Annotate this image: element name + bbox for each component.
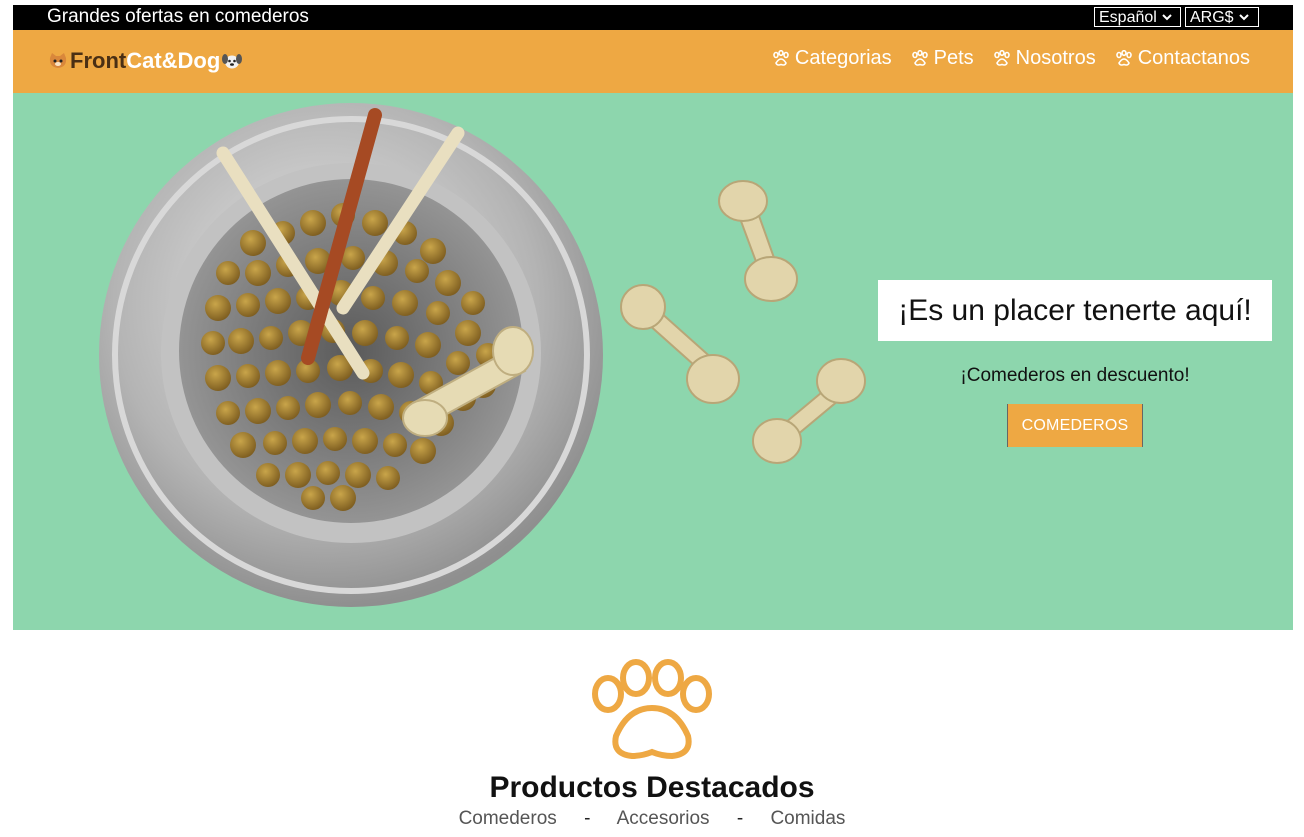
nav-item-nosotros[interactable]: Nosotros <box>993 47 1096 70</box>
dog-face-icon <box>222 54 243 69</box>
site-logo[interactable]: Front Cat&Dog <box>46 46 244 76</box>
logo-brand: Cat&Dog <box>126 48 221 73</box>
comederos-button[interactable]: COMEDEROS <box>1007 404 1143 447</box>
cat-face-icon <box>49 53 67 68</box>
nav-menu: Categorias Pets Nosotros Contactanos <box>772 47 1250 70</box>
nav-item-label: Nosotros <box>1015 47 1096 69</box>
paw-icon <box>773 50 789 66</box>
paw-icon <box>911 50 928 66</box>
currency-value: ARG$ <box>1190 8 1234 26</box>
category-link-comidas[interactable]: Comidas <box>770 808 845 829</box>
promo-text: Grandes ofertas en comederos <box>47 6 309 27</box>
featured-categories: Comederos - Accesorios - Comidas <box>0 808 1304 830</box>
main-nav: Front Cat&Dog Categorias Pets Nosotros C… <box>13 30 1293 93</box>
separator: - <box>736 808 744 829</box>
paw-icon <box>1115 50 1132 66</box>
category-link-comederos[interactable]: Comederos <box>459 808 557 829</box>
paw-icon <box>993 50 1010 66</box>
hero-title: ¡Es un placer tenerte aquí! <box>878 280 1272 341</box>
hero-image <box>99 103 866 607</box>
nav-item-categorias[interactable]: Categorias <box>772 47 892 70</box>
nav-item-contactanos[interactable]: Contactanos <box>1115 47 1250 70</box>
language-select[interactable]: Español <box>1094 7 1181 27</box>
category-link-accesorios[interactable]: Accesorios <box>617 808 710 829</box>
chevron-down-icon <box>1162 14 1172 21</box>
nav-item-label: Categorias <box>794 47 892 69</box>
currency-select[interactable]: ARG$ <box>1185 7 1259 27</box>
hero-subtitle: ¡Comederos en descuento! <box>960 365 1190 386</box>
language-value: Español <box>1099 8 1157 26</box>
separator: - <box>584 808 591 829</box>
nav-item-label: Contactanos <box>1137 47 1250 69</box>
chevron-down-icon <box>1238 14 1249 21</box>
nav-item-pets[interactable]: Pets <box>911 47 974 70</box>
top-bar: Grandes ofertas en comederos Español ARG… <box>13 5 1293 30</box>
featured-title: Productos Destacados <box>489 771 815 804</box>
paw-icon <box>592 659 712 760</box>
logo-front: Front <box>70 48 127 73</box>
nav-item-label: Pets <box>933 47 974 69</box>
hero-banner: ¡Es un placer tenerte aquí! ¡Comederos e… <box>13 93 1293 630</box>
